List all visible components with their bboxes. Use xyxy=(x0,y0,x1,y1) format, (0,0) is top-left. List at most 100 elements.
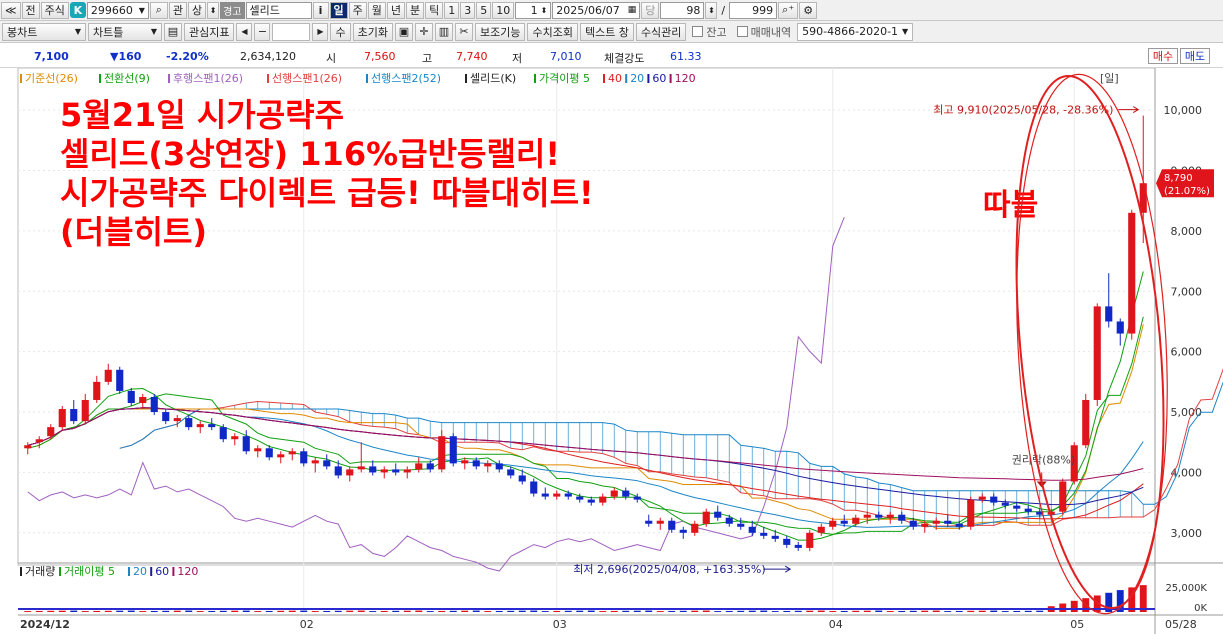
info-button[interactable]: i xyxy=(312,1,329,19)
candle-body xyxy=(426,463,434,470)
watchlist-button[interactable]: 관 xyxy=(168,1,188,19)
chevron-down-icon: ▼ xyxy=(138,5,145,15)
account-select[interactable]: 590-4866-2020-1 ▼ xyxy=(797,22,914,41)
high-label: 고 xyxy=(422,52,433,65)
rights-marker-label: 권리락(88%) xyxy=(1012,453,1075,466)
value-query-button[interactable]: 수치조회 xyxy=(527,22,578,41)
candle-body xyxy=(484,463,492,467)
volume-bar xyxy=(886,611,894,612)
strength-label: 체결강도 xyxy=(604,52,645,65)
scroll-left-icon[interactable]: ◀ xyxy=(236,22,253,41)
interval-10-button[interactable]: 10 xyxy=(492,1,515,19)
separator-slash: / xyxy=(721,3,726,17)
period-day-tab[interactable]: 일 xyxy=(329,1,348,19)
total-input[interactable]: 999 xyxy=(729,1,778,19)
trades-checkbox[interactable]: 매매내역 xyxy=(733,24,795,40)
volume-bar xyxy=(921,610,929,612)
chart-canvas[interactable]: 10,0009,0008,0007,0006,0005,0004,0003,00… xyxy=(0,67,1223,634)
volume-bar xyxy=(484,611,492,612)
interval-5-button[interactable]: 5 xyxy=(476,1,492,19)
candle-body xyxy=(369,466,377,473)
period-tick-tab[interactable]: 틱 xyxy=(425,1,444,19)
volume-bar xyxy=(265,610,273,612)
save-icon[interactable]: ▤ xyxy=(164,22,182,41)
volume-bar xyxy=(507,610,515,612)
double-chevron-icon[interactable]: ≪ xyxy=(1,1,21,19)
volume-bar xyxy=(323,610,331,612)
text-window-button[interactable]: 텍스트 창 xyxy=(579,22,634,41)
period-year-tab[interactable]: 년 xyxy=(386,1,406,19)
volume-legend-swatch xyxy=(128,567,130,576)
search-icon[interactable]: ⌕ xyxy=(149,1,168,19)
shrink-icon[interactable]: − xyxy=(254,22,271,41)
legend-entry: 60 xyxy=(652,72,666,85)
candle-body xyxy=(380,469,388,473)
reset-button[interactable]: 초기화 xyxy=(352,22,393,41)
volume-bar xyxy=(415,610,423,612)
aux-function-button[interactable]: 보조기능 xyxy=(474,22,526,41)
gear-icon[interactable]: ⚙ xyxy=(799,1,818,19)
formula-button[interactable]: 수 xyxy=(330,22,351,41)
volume-bar xyxy=(530,610,538,612)
candle-body xyxy=(58,409,66,428)
zoom-search-icon[interactable]: ⌕⁺ xyxy=(778,1,799,19)
volume-bar xyxy=(967,610,975,612)
volume-bar xyxy=(47,610,55,612)
candle-body xyxy=(507,469,515,476)
legend-swatch xyxy=(267,74,269,83)
candle-body xyxy=(196,424,204,428)
legend-swatch xyxy=(534,74,536,83)
up-down-button[interactable]: 상 xyxy=(188,1,207,19)
candle-body xyxy=(1116,321,1124,334)
formula-manager-button[interactable]: 수식관리 xyxy=(635,22,687,41)
layout-icon[interactable]: ▥ xyxy=(434,22,453,41)
scroll-right-icon[interactable]: ▶ xyxy=(312,22,329,41)
today-button[interactable]: 당 xyxy=(641,1,660,19)
volume-bar xyxy=(737,610,745,612)
balance-checkbox[interactable]: 잔고 xyxy=(688,24,730,40)
count-input[interactable]: 98 xyxy=(660,1,705,19)
volume-bar xyxy=(656,611,664,612)
stock-code-input[interactable]: 299660 ▼ xyxy=(86,1,149,19)
candle-body xyxy=(93,381,101,400)
stock-name-field[interactable]: 셀리드 xyxy=(245,1,312,19)
interval-1-button[interactable]: 1 xyxy=(444,1,460,19)
candle-body xyxy=(599,496,607,503)
candle-body xyxy=(725,517,733,524)
volume-bar xyxy=(93,610,101,612)
scissors-icon[interactable]: ✂ xyxy=(454,22,473,41)
candle-body xyxy=(403,469,411,473)
volume-legend-entry: 60 xyxy=(155,565,169,578)
candle-body xyxy=(909,520,917,527)
chart-frame-select[interactable]: 차트틀 ▼ xyxy=(88,22,162,41)
candle-chart-select[interactable]: 봉차트 ▼ xyxy=(2,22,86,41)
candle-body xyxy=(127,390,135,403)
window-icon[interactable]: ▣ xyxy=(394,22,413,41)
volume-bar xyxy=(346,610,354,612)
scrollbar-track[interactable] xyxy=(272,22,311,41)
volume-legend-swatch xyxy=(20,567,22,576)
indicator-button[interactable]: 관심지표 xyxy=(184,22,235,41)
buy-button[interactable]: 매수 xyxy=(1148,48,1178,64)
volume-bar xyxy=(173,610,181,612)
period-week-tab[interactable]: 주 xyxy=(348,1,367,19)
low-value: 7,010 xyxy=(550,50,582,63)
volume-bar xyxy=(461,610,469,612)
interval-input[interactable]: 1 ⬍ xyxy=(515,1,552,19)
crosshair-icon[interactable]: ✛ xyxy=(414,22,433,41)
stepper-icon[interactable]: ⬍ xyxy=(207,1,220,19)
period-minute-tab[interactable]: 분 xyxy=(406,1,425,19)
interval-3-button[interactable]: 3 xyxy=(460,1,476,19)
stock-chart[interactable]: 10,0009,0008,0007,0006,0005,0004,0003,00… xyxy=(0,67,1223,634)
period-month-tab[interactable]: 월 xyxy=(367,1,386,19)
calendar-icon[interactable]: ▦ xyxy=(628,5,637,15)
stepper-icon[interactable]: ⬍ xyxy=(705,1,718,19)
date-input[interactable]: 2025/06/07 ▦ xyxy=(552,1,641,19)
market-type-select[interactable]: 주식 xyxy=(40,1,69,19)
candle-body xyxy=(955,523,963,527)
candle-body xyxy=(967,499,975,527)
prev-button[interactable]: 전 xyxy=(21,1,40,19)
volume-bar xyxy=(127,610,135,612)
sell-button[interactable]: 매도 xyxy=(1180,48,1210,64)
strength-value: 61.33 xyxy=(670,50,702,63)
